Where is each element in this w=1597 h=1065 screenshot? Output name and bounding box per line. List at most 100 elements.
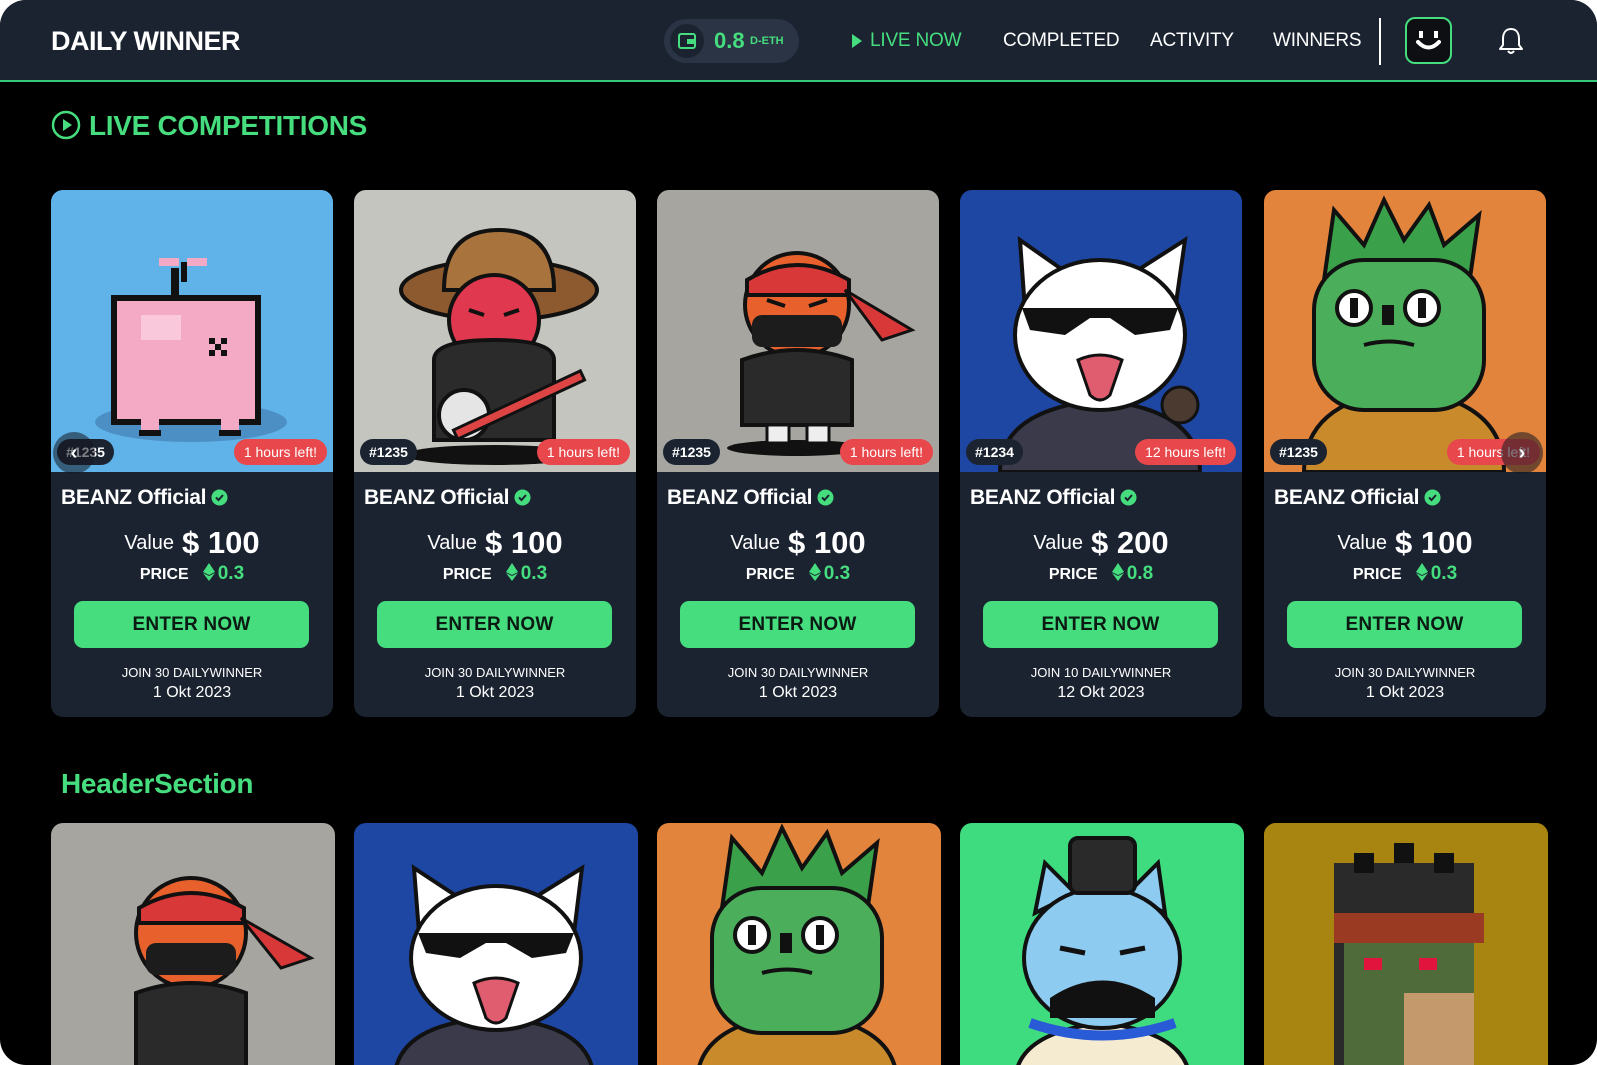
price-value: 0.3 (217, 563, 245, 584)
verified-badge-icon (1424, 489, 1441, 506)
enter-now-button[interactable]: ENTER NOW (377, 601, 612, 648)
competition-card[interactable]: #1235 1 hours left! BEANZ Official Value… (657, 190, 939, 717)
nft-image (697, 823, 897, 1065)
join-count: JOIN 30 DAILYWINNER (121, 665, 263, 680)
nav-activity[interactable]: ACTIVITY (1150, 30, 1234, 52)
nft-preview-card[interactable] (51, 823, 335, 1065)
eth-icon (1111, 563, 1124, 581)
value-amount: $ 100 (1395, 525, 1473, 560)
carousel-next-button[interactable]: › (1501, 432, 1543, 474)
eth-icon (808, 563, 821, 581)
token-id-badge: #1235 (1270, 439, 1327, 465)
wallet-icon (670, 24, 704, 58)
price-row: PRICE 0.3 (354, 563, 636, 585)
token-id-badge: #1235 (663, 439, 720, 465)
notification-bell-icon[interactable] (1497, 26, 1525, 56)
enter-now-button[interactable]: ENTER NOW (74, 601, 309, 648)
chevron-left-icon: ‹ (70, 442, 78, 464)
nft-preview-card[interactable] (960, 823, 1244, 1065)
live-play-icon (852, 34, 862, 48)
price-row: PRICE 0.3 (51, 563, 333, 585)
price-label: PRICE (442, 566, 492, 583)
app-frame: DAILY WINNER 0.8 D-ETH LIVE NOW COMPLETE… (0, 0, 1597, 1065)
competition-date: 1 Okt 2023 (455, 684, 535, 701)
collection-name-text: BEANZ Official (970, 486, 1116, 509)
competition-card[interactable]: #1234 12 hours left! BEANZ Official Valu… (960, 190, 1242, 717)
value-label: Value (1337, 532, 1388, 554)
value-row: Value $ 100 (657, 525, 939, 561)
price-row: PRICE 0.8 (960, 563, 1242, 585)
eth-icon (202, 563, 215, 581)
value-row: Value $ 100 (354, 525, 636, 561)
nft-preview-card[interactable] (657, 823, 941, 1065)
nft-image (960, 190, 1242, 472)
join-count: JOIN 30 DAILYWINNER (424, 665, 566, 680)
section-title-live: LIVE COMPETITIONS (89, 110, 368, 141)
verified-badge-icon (1120, 489, 1137, 506)
wallet-value: 0.8 (714, 28, 745, 53)
value-label: Value (730, 532, 781, 554)
nft-image (1264, 823, 1548, 1065)
nft-image (51, 190, 333, 472)
enter-now-button[interactable]: ENTER NOW (983, 601, 1218, 648)
price-label: PRICE (745, 566, 795, 583)
nav-divider (1379, 18, 1381, 65)
nav-winners[interactable]: WINNERS (1273, 30, 1362, 52)
competition-date: 1 Okt 2023 (758, 684, 838, 701)
time-left-badge: 1 hours left! (536, 439, 630, 465)
price-label: PRICE (139, 566, 189, 583)
user-avatar[interactable] (1405, 17, 1452, 64)
price-label: PRICE (1048, 566, 1098, 583)
price-row: PRICE 0.3 (1264, 563, 1546, 585)
time-left-badge: 1 hours left! (233, 439, 327, 465)
value-label: Value (427, 532, 478, 554)
section-title-secondary: HeaderSection (61, 768, 254, 799)
collection-name-text: BEANZ Official (1274, 486, 1420, 509)
nav-live-now[interactable]: LIVE NOW (870, 30, 962, 52)
competition-date: 1 Okt 2023 (152, 684, 232, 701)
token-id-badge: #1234 (966, 439, 1023, 465)
play-circle-icon (51, 110, 81, 140)
nft-image (394, 864, 594, 1065)
competition-card[interactable]: #1235 1 hours left! BEANZ Official Value… (354, 190, 636, 717)
wallet-unit: D-ETH (750, 35, 784, 47)
nft-image (1016, 836, 1189, 1065)
collection-name-text: BEANZ Official (61, 486, 207, 509)
competition-date: 12 Okt 2023 (1057, 684, 1145, 701)
verified-badge-icon (817, 489, 834, 506)
logo[interactable]: DAILY WINNER (51, 26, 241, 57)
time-left-badge: 1 hours left! (839, 439, 933, 465)
enter-now-button[interactable]: ENTER NOW (1287, 601, 1522, 648)
value-amount: $ 100 (182, 525, 260, 560)
collection-name-text: BEANZ Official (364, 486, 510, 509)
nft-preview-card[interactable] (1264, 823, 1548, 1065)
verified-badge-icon (514, 489, 531, 506)
value-label: Value (1033, 532, 1084, 554)
nft-image (354, 190, 636, 472)
carousel-prev-button[interactable]: ‹ (53, 432, 95, 474)
value-label: Value (124, 532, 175, 554)
join-count: JOIN 30 DAILYWINNER (727, 665, 869, 680)
price-value: 0.3 (520, 563, 548, 584)
competition-date: 1 Okt 2023 (1365, 684, 1445, 701)
value-row: Value $ 100 (1264, 525, 1546, 561)
price-label: PRICE (1352, 566, 1402, 583)
price-value: 0.8 (1126, 563, 1154, 584)
collection-name: BEANZ Official (970, 486, 1137, 510)
value-row: Value $ 200 (960, 525, 1242, 561)
eth-icon (505, 563, 518, 581)
verified-badge-icon (211, 489, 228, 506)
wallet-balance[interactable]: 0.8 D-ETH (664, 19, 799, 63)
nft-preview-card[interactable] (354, 823, 638, 1065)
price-value: 0.3 (1430, 563, 1458, 584)
collection-name: BEANZ Official (667, 486, 834, 510)
collection-name: BEANZ Official (61, 486, 228, 510)
nft-image (134, 876, 315, 1065)
collection-name: BEANZ Official (1274, 486, 1441, 510)
price-row: PRICE 0.3 (657, 563, 939, 585)
smiley-icon (1416, 31, 1441, 50)
nav-completed[interactable]: COMPLETED (1003, 30, 1120, 52)
eth-icon (1415, 563, 1428, 581)
enter-now-button[interactable]: ENTER NOW (680, 601, 915, 648)
collection-name-text: BEANZ Official (667, 486, 813, 509)
